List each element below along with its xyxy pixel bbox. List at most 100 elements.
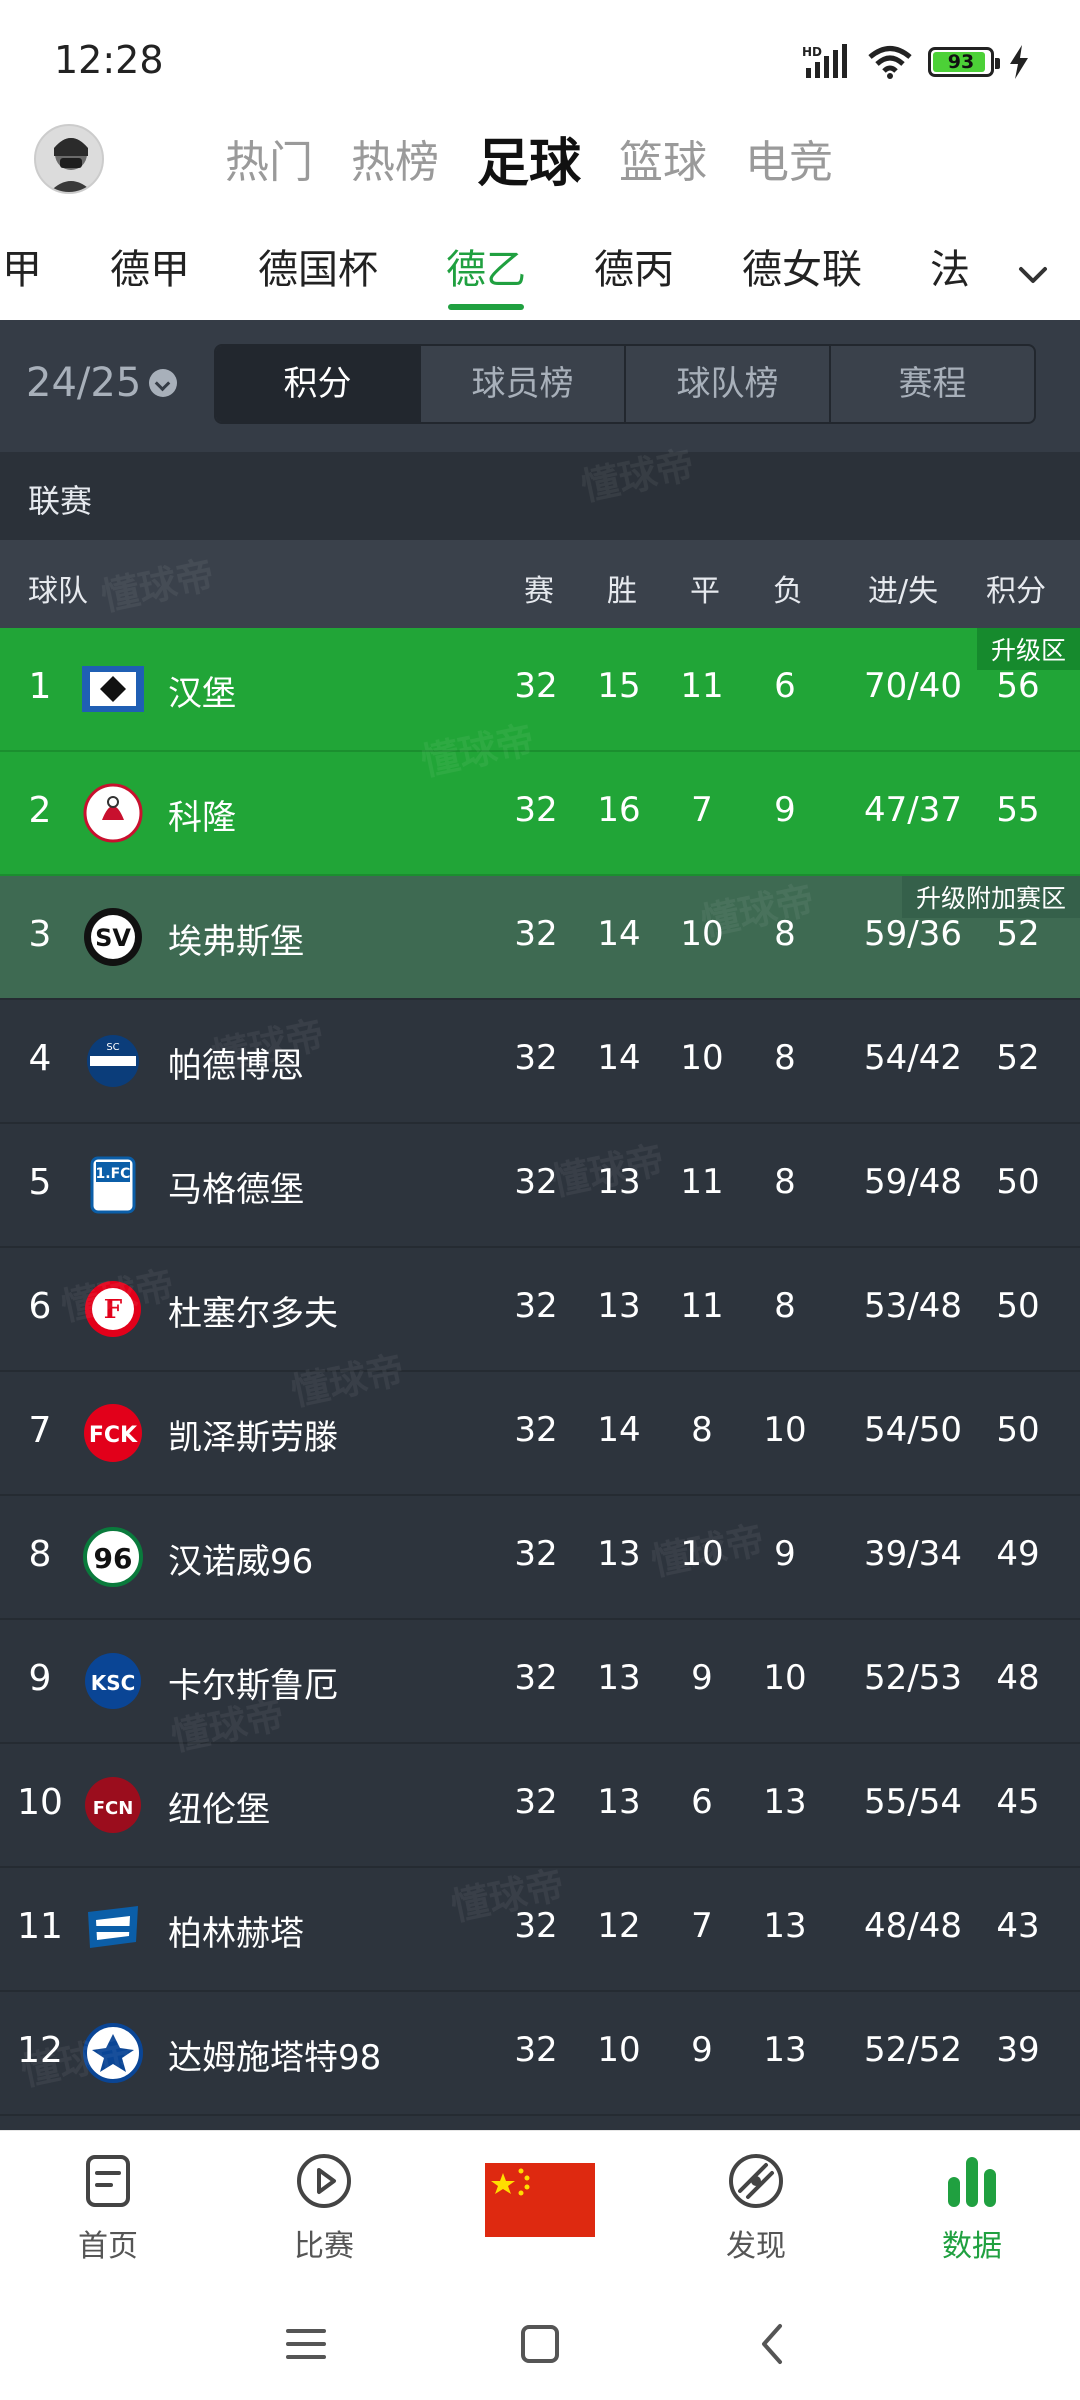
nav-home[interactable]: 首页 xyxy=(28,2151,188,2265)
top-nav: 热门 热榜 足球 篮球 电竞 xyxy=(0,110,1080,230)
team-logo-icon: FCN xyxy=(82,1774,144,1836)
row-goals: 47/37 xyxy=(864,790,962,830)
row-d: 11 xyxy=(680,666,724,706)
row-position: 1 xyxy=(28,666,52,707)
avatar-image xyxy=(49,138,93,192)
row-l: 8 xyxy=(774,1038,796,1078)
row-goals: 59/48 xyxy=(864,1162,962,1202)
bottom-nav: 首页 比赛 发现 数据 xyxy=(0,2130,1080,2280)
row-played: 32 xyxy=(514,790,558,830)
league-section-label: 联赛 xyxy=(28,482,93,520)
row-w: 13 xyxy=(597,1286,641,1326)
home-icon xyxy=(86,2155,130,2207)
team-name: 埃弗斯堡 xyxy=(168,922,304,962)
row-played: 32 xyxy=(514,1410,558,1450)
row-played: 32 xyxy=(514,1286,558,1326)
battery-text: 93 xyxy=(947,51,975,73)
nav-discover-label: 发现 xyxy=(726,2229,786,2264)
table-row[interactable]: 2 科隆 32 16 7 9 47/37 55 xyxy=(0,752,1080,876)
top-tab-2[interactable]: 足球 xyxy=(477,121,581,196)
row-d: 11 xyxy=(680,1162,724,1202)
row-pts: 56 xyxy=(996,666,1040,706)
table-row[interactable]: 5 1.FC 马格德堡 32 13 11 8 59/48 50 xyxy=(0,1124,1080,1248)
team-logo-icon: KSC xyxy=(82,1650,144,1712)
row-played: 32 xyxy=(514,914,558,954)
nav-discover[interactable]: 发现 xyxy=(676,2151,836,2265)
row-l: 9 xyxy=(774,790,796,830)
row-goals: 59/36 xyxy=(864,914,962,954)
row-pts: 50 xyxy=(996,1410,1040,1450)
top-tab-0[interactable]: 热门 xyxy=(225,126,313,190)
league-tab-0[interactable]: 甲 xyxy=(0,240,76,310)
row-l: 8 xyxy=(774,1162,796,1202)
table-row[interactable]: 12 达姆施塔特98 32 10 9 13 52/52 39 xyxy=(0,1992,1080,2116)
svg-text:FCK: FCK xyxy=(89,1423,138,1448)
table-row[interactable]: 9 KSC 卡尔斯鲁厄 32 13 9 10 52/53 48 xyxy=(0,1620,1080,1744)
row-w: 13 xyxy=(597,1782,641,1822)
nav-match[interactable]: 比赛 xyxy=(244,2151,404,2265)
back-icon[interactable] xyxy=(744,2314,804,2374)
top-tab-4[interactable]: 电竞 xyxy=(745,126,833,190)
row-position: 6 xyxy=(28,1286,52,1327)
league-tab-3[interactable]: 德乙 xyxy=(412,240,560,310)
season-selector[interactable]: 24/25 xyxy=(26,360,178,406)
row-pts: 50 xyxy=(996,1162,1040,1202)
row-played: 32 xyxy=(514,1534,558,1574)
league-tab-4[interactable]: 德丙 xyxy=(560,240,708,310)
row-l: 10 xyxy=(763,1410,807,1450)
table-row[interactable]: 3 SV 埃弗斯堡 32 14 10 8 59/36 52 升级附加赛区 xyxy=(0,876,1080,1000)
table-row[interactable]: 7 FCK 凯泽斯劳滕 32 14 8 10 54/50 50 xyxy=(0,1372,1080,1496)
league-tab-5[interactable]: 德女联 xyxy=(708,240,896,310)
team-logo-icon: SC xyxy=(82,1030,144,1092)
col-goals: 进/失 xyxy=(868,574,939,609)
table-row[interactable]: 1 汉堡 32 15 11 6 70/40 56 升级区 xyxy=(0,628,1080,752)
league-track: 甲德甲 德国杯 德乙 德丙 德女联法 xyxy=(0,240,1004,310)
system-nav xyxy=(0,2280,1080,2400)
row-pts: 50 xyxy=(996,1286,1040,1326)
row-pts: 49 xyxy=(996,1534,1040,1574)
standings-table: 1 汉堡 32 15 11 6 70/40 56 升级区 2 科隆 32 16 7 9 47/37 55 3 SV 埃… xyxy=(0,628,1080,2116)
row-goals: 53/48 xyxy=(864,1286,962,1326)
segment-tab-3[interactable]: 赛程 xyxy=(831,346,1034,422)
table-row[interactable]: 4 SC 帕德博恩 32 14 10 8 54/42 52 xyxy=(0,1000,1080,1124)
menu-icon[interactable] xyxy=(276,2314,336,2374)
row-d: 10 xyxy=(680,914,724,954)
team-name: 汉诺威96 xyxy=(168,1542,314,1582)
team-logo-icon xyxy=(82,658,144,720)
chevron-down-icon[interactable] xyxy=(1016,258,1050,292)
status-time: 12:28 xyxy=(54,38,164,82)
row-d: 7 xyxy=(691,790,713,830)
table-row[interactable]: 10 FCN 纽伦堡 32 13 6 13 55/54 45 xyxy=(0,1744,1080,1868)
top-tab-3[interactable]: 篮球 xyxy=(619,126,707,190)
row-goals: 54/50 xyxy=(864,1410,962,1450)
team-name: 帕德博恩 xyxy=(168,1046,304,1086)
column-header: 球队 赛 胜 平 负 进/失 积分 xyxy=(0,540,1080,628)
top-tab-1[interactable]: 热榜 xyxy=(351,126,439,190)
svg-text:SV: SV xyxy=(95,924,131,952)
team-logo-icon xyxy=(82,782,144,844)
nav-match-label: 比赛 xyxy=(294,2229,354,2264)
nav-data[interactable]: 数据 xyxy=(892,2151,1052,2265)
table-row[interactable]: 8 96 汉诺威96 32 13 10 9 39/34 49 xyxy=(0,1496,1080,1620)
league-tab-1[interactable]: 德甲 xyxy=(76,240,224,310)
table-row[interactable]: 11 柏林赫塔 32 12 7 13 48/48 43 xyxy=(0,1868,1080,1992)
svg-text:1.FC: 1.FC xyxy=(96,1166,131,1182)
league-tab-2[interactable]: 德国杯 xyxy=(224,240,412,310)
standings-panel: 24/25 积分 球员榜 球队榜 赛程 联赛 球队 赛 胜 平 负 进/失 积分 1 汉… xyxy=(0,320,1080,2130)
league-tabs: 甲德甲 德国杯 德乙 德丙 德女联法 xyxy=(0,230,1080,320)
segment-tab-2[interactable]: 球队榜 xyxy=(626,346,831,422)
segment-tab-1[interactable]: 球员榜 xyxy=(421,346,626,422)
row-position: 7 xyxy=(28,1410,52,1451)
segment-tab-0[interactable]: 积分 xyxy=(216,346,421,422)
avatar[interactable] xyxy=(34,124,104,194)
row-w: 12 xyxy=(597,1906,641,1946)
row-goals: 70/40 xyxy=(864,666,962,706)
china-flag-button[interactable] xyxy=(485,2163,595,2237)
row-goals: 52/53 xyxy=(864,1658,962,1698)
charging-icon xyxy=(1010,45,1028,79)
team-logo-icon: SV xyxy=(82,906,144,968)
home-square-icon[interactable] xyxy=(510,2314,570,2374)
row-w: 14 xyxy=(597,1410,641,1450)
table-row[interactable]: 6 F 杜塞尔多夫 32 13 11 8 53/48 50 xyxy=(0,1248,1080,1372)
row-w: 14 xyxy=(597,1038,641,1078)
